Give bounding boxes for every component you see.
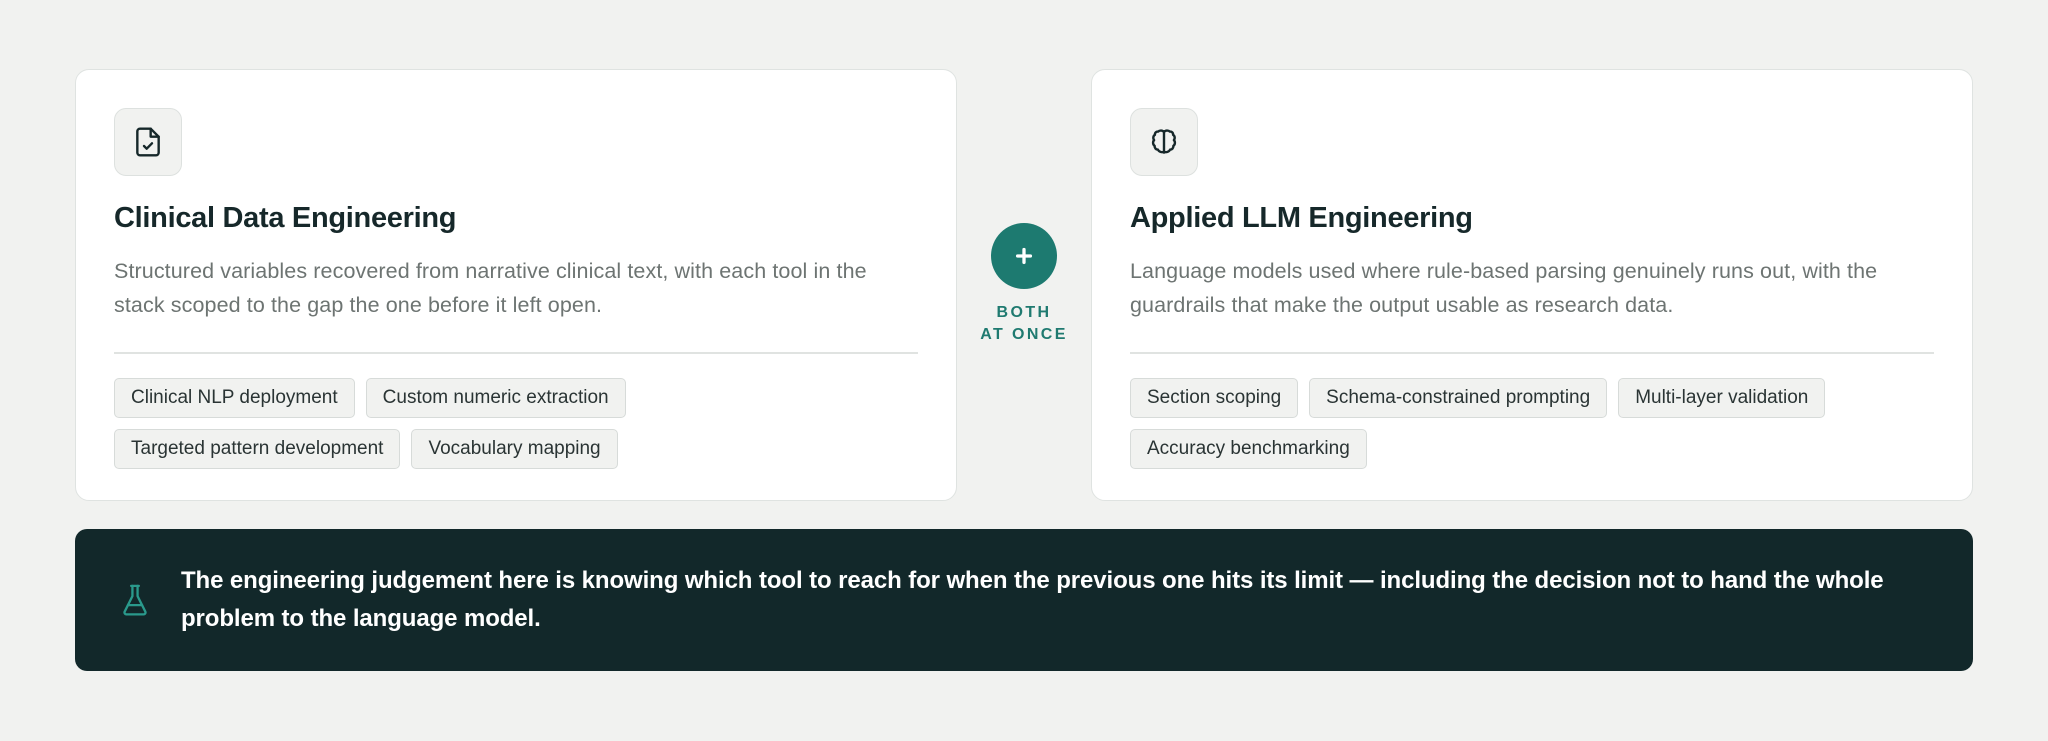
connector: BOTH AT ONCE [957,69,1091,501]
banner-text: The engineering judgement here is knowin… [181,567,1884,632]
tag: Section scoping [1130,378,1299,418]
card-description: Structured variables recovered from narr… [114,259,867,317]
tag: Targeted pattern development [114,429,401,469]
tag: Custom numeric extraction [365,378,626,418]
card-divider [1130,352,1934,354]
card-title: Applied LLM Engineering [1130,202,1473,234]
tag: Multi-layer validation [1618,378,1826,418]
flask-icon [123,584,147,616]
card-applied-llm-engineering: Applied LLM Engineering Language models … [1091,69,1973,501]
connector-label: BOTH AT ONCE [980,302,1068,346]
plus-badge [991,223,1057,289]
tag: Schema-constrained prompting [1309,378,1608,418]
card-icon-box [114,108,182,176]
insight-banner: The engineering judgement here is knowin… [75,529,1973,671]
card-title: Clinical Data Engineering [114,202,457,234]
tag: Clinical NLP deployment [114,378,355,418]
card-icon-box [1130,108,1198,176]
card-clinical-data-engineering: Clinical Data Engineering Structured var… [75,69,957,501]
connector-label-line2: AT ONCE [980,326,1068,343]
brain-icon [1151,129,1177,154]
connector-label-line1: BOTH [996,304,1052,321]
card-description: Language models used where rule-based pa… [1130,259,1878,317]
page-content: Clinical Data Engineering Structured var… [75,69,1973,671]
file-check-icon [136,127,160,157]
tag: Accuracy benchmarking [1130,429,1367,469]
tag-list: Clinical NLP deployment Custom numeric e… [114,378,918,469]
tag: Vocabulary mapping [411,429,618,469]
tag-list: Section scoping Schema-constrained promp… [1130,378,1934,469]
plus-icon [1015,247,1033,265]
card-divider [114,352,918,354]
cards-row: Clinical Data Engineering Structured var… [75,69,1973,501]
